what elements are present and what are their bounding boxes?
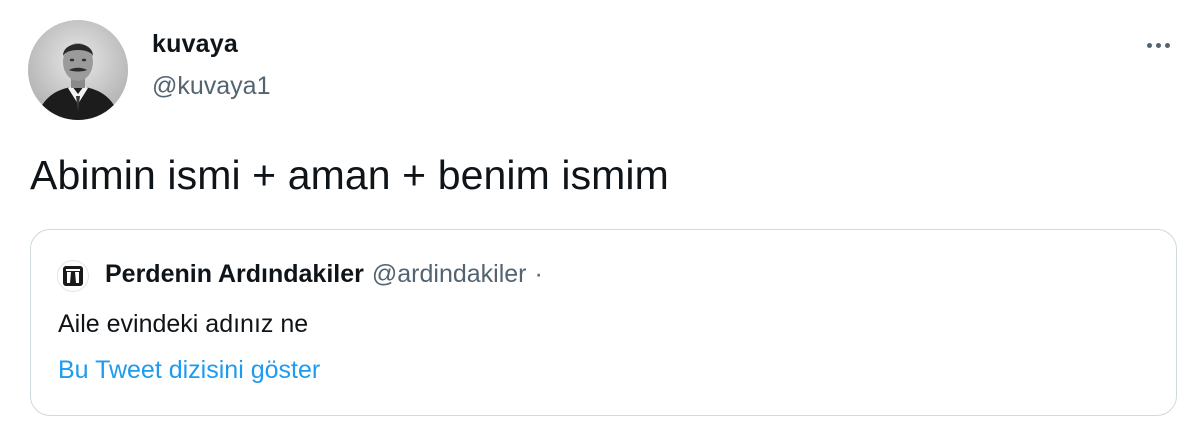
author-display-name[interactable]: kuvaya: [152, 30, 238, 59]
more-options-icon[interactable]: [1136, 30, 1180, 60]
quoted-tweet-card[interactable]: Perdenin Ardındakiler @ardindakiler · Ai…: [30, 229, 1177, 416]
quoted-tweet-header: Perdenin Ardındakiler @ardindakiler ·: [105, 260, 543, 289]
show-thread-link[interactable]: Bu Tweet dizisini göster: [58, 356, 320, 385]
quoted-author-handle[interactable]: @ardindakiler: [372, 260, 527, 289]
tweet-text: Abimin ismi + aman + benim ismim: [30, 152, 669, 198]
quoted-tweet-text: Aile evindeki adınız ne: [58, 310, 309, 338]
curtain-logo-icon[interactable]: [57, 260, 89, 292]
more-dot: [1155, 42, 1161, 48]
author-avatar[interactable]: [28, 20, 128, 120]
quoted-author-name[interactable]: Perdenin Ardındakiler: [105, 260, 364, 289]
tweet-container: kuvaya @kuvaya1 Abimin ismi + aman + ben…: [0, 0, 1200, 445]
more-dot: [1146, 42, 1152, 48]
portrait-photo-icon: [28, 20, 128, 120]
author-handle[interactable]: @kuvaya1: [152, 72, 271, 101]
separator-dot: ·: [534, 260, 543, 288]
more-dot: [1164, 42, 1170, 48]
